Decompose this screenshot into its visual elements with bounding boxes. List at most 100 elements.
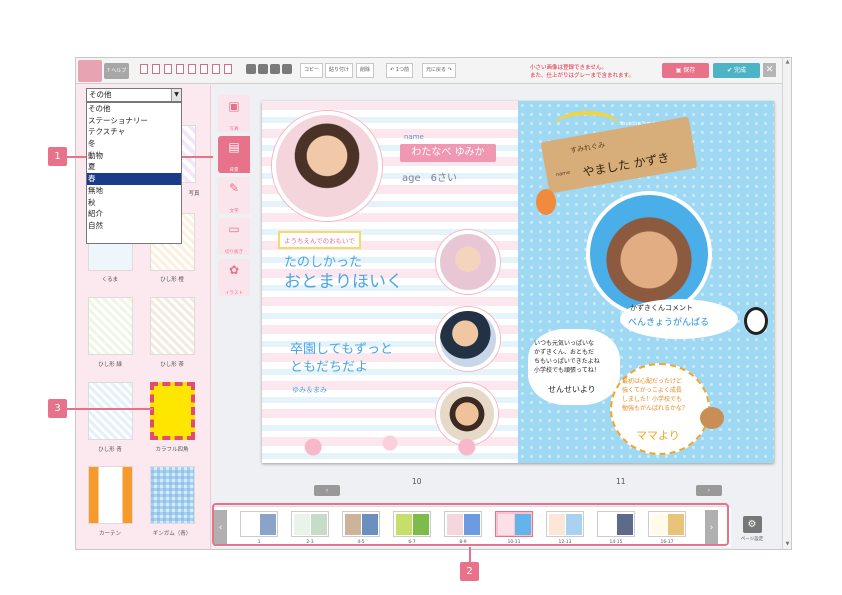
name-tag-label: name: [404, 133, 424, 141]
save-button[interactable]: ▣ 保存: [662, 63, 709, 78]
tab-crop[interactable]: ▭ 切り抜き: [218, 218, 250, 255]
child-photo-1[interactable]: [436, 307, 500, 371]
background-label: カラフル四角: [155, 447, 189, 453]
background-thumb-diamond-green[interactable]: [88, 297, 133, 355]
baby-photo[interactable]: [436, 230, 500, 294]
flower-decoration-icon: [262, 423, 518, 463]
comment-title[interactable]: かずきくんコメント: [630, 303, 693, 313]
category-option[interactable]: 秋: [87, 197, 181, 209]
category-option[interactable]: 夏: [87, 161, 181, 173]
message-line-1[interactable]: 卒園してもずっと: [290, 338, 393, 357]
album-spread[interactable]: name わたなべ ゆみか age 6さい ようちえんでのおもいで たのしかった…: [262, 101, 774, 463]
category-dropdown-list[interactable]: その他 ステーショナリー テクスチャ冬動物夏春無地秋紹介 自然: [86, 102, 182, 244]
background-thumb-curtain[interactable]: [88, 466, 133, 524]
callout-2: 2: [460, 562, 479, 581]
toolbar: ? ヘルプ コピー 貼り付け 削除 ↶ 1つ前 元に戻る ↷ 小さい画像は登録で…: [76, 58, 791, 84]
layout-tool-5-icon[interactable]: [188, 64, 196, 74]
callout-2-line: [469, 547, 471, 562]
frame-icon: ▭: [228, 222, 240, 236]
undo-button[interactable]: ↶ 1つ前: [386, 63, 413, 78]
age-text[interactable]: age 6さい: [402, 169, 457, 184]
panda-icon: [744, 307, 768, 335]
callout-3: 3: [48, 399, 67, 418]
background-thumb-diamond-brown[interactable]: [150, 297, 195, 355]
background-thumb-diamond-blue[interactable]: [88, 382, 133, 440]
mama-from[interactable]: ママより: [636, 427, 680, 443]
category-option[interactable]: 紹介: [87, 208, 181, 220]
teacher-from[interactable]: せんせいより: [548, 384, 596, 395]
left-page[interactable]: name わたなべ ゆみか age 6さい ようちえんでのおもいで たのしかった…: [262, 101, 518, 463]
help-icon: ?: [107, 68, 110, 74]
help-button[interactable]: ? ヘルプ: [104, 63, 130, 79]
from-text[interactable]: ゆみ＆まみ: [292, 385, 327, 395]
callout-3-line: [67, 408, 153, 410]
comment-text[interactable]: べんきょうがんばる: [628, 315, 709, 328]
ribbon-text[interactable]: ようちえんでのおもいで: [278, 231, 361, 249]
left-page-number: 10: [412, 477, 422, 486]
layout-tool-8-icon[interactable]: [224, 64, 232, 74]
callout-1: 1: [48, 147, 67, 166]
category-option[interactable]: 動物: [87, 150, 181, 162]
message-line-2[interactable]: ともだちだよ: [290, 356, 368, 375]
check-icon: ✔: [727, 67, 733, 74]
name-text[interactable]: わたなべ ゆみか: [400, 144, 496, 162]
app-logo: [78, 60, 102, 82]
thumbstrip-highlight: [212, 503, 729, 546]
photo-icon: ▣: [228, 99, 240, 113]
done-button[interactable]: ✔ 完成: [713, 63, 760, 78]
layout-tool-7-icon[interactable]: [212, 64, 220, 74]
layer-backward-icon[interactable]: [270, 64, 280, 74]
category-select[interactable]: その他 ▼: [86, 88, 182, 102]
boy-photo[interactable]: [586, 191, 712, 317]
category-option[interactable]: その他: [87, 103, 181, 115]
background-label: ひし形 橙: [160, 277, 184, 283]
tab-text[interactable]: ✎ 文字: [218, 177, 250, 214]
background-icon: ▤: [228, 140, 240, 154]
layout-tool-3-icon[interactable]: [164, 64, 172, 74]
background-label: ギンガム（青）: [152, 531, 192, 537]
category-option[interactable]: テクスチャ: [87, 126, 181, 138]
next-page-button[interactable]: ›: [696, 485, 722, 496]
layer-forward-icon[interactable]: [258, 64, 268, 74]
layer-back-icon[interactable]: [282, 64, 292, 74]
category-option[interactable]: ステーショナリー: [87, 115, 181, 127]
page-settings-button[interactable]: ⚙ ページ設定: [736, 516, 768, 542]
bear-icon: [700, 407, 724, 429]
category-option[interactable]: 春: [87, 173, 181, 185]
tab-background[interactable]: ▤ 背景: [218, 136, 250, 173]
paste-button[interactable]: 貼り付け: [325, 63, 354, 78]
layout-tool-2-icon[interactable]: [152, 64, 160, 74]
layer-front-icon[interactable]: [246, 64, 256, 74]
chevron-down-icon[interactable]: ▼: [171, 89, 181, 101]
layout-tool-6-icon[interactable]: [200, 64, 208, 74]
mama-message[interactable]: 最初は心配だったけど 強くてかっこよく成長 しました！小学校でも 勉強もがんばれ…: [622, 377, 688, 413]
close-button[interactable]: ✕: [763, 63, 776, 77]
background-label: カーテン: [98, 531, 121, 537]
layout-tool-4-icon[interactable]: [176, 64, 184, 74]
redo-button[interactable]: 元に戻る ↷: [422, 63, 456, 78]
delete-button[interactable]: 削除: [356, 63, 375, 78]
category-option[interactable]: 無地: [87, 185, 181, 197]
redo-icon: ↷: [447, 67, 452, 73]
gear-icon: ⚙: [742, 516, 762, 533]
category-option[interactable]: 冬: [87, 138, 181, 150]
balloon-icon: [536, 189, 556, 215]
title-line-2[interactable]: おとまりほいく: [284, 267, 403, 292]
scroll-up-icon[interactable]: ▲: [783, 59, 791, 67]
tab-photo[interactable]: ▣ 写真: [218, 95, 250, 132]
right-page[interactable]: Your the Sunshine すみれぐみ name やました かずき かず…: [518, 101, 774, 463]
background-thumb-gingham-blue[interactable]: [150, 466, 195, 524]
layout-tool-1-icon[interactable]: [140, 64, 148, 74]
undo-icon: ↶: [390, 67, 395, 73]
background-thumb-colorful-square[interactable]: [150, 382, 195, 440]
scroll-down-icon[interactable]: ▼: [783, 541, 791, 549]
pencil-icon: ✎: [228, 181, 240, 195]
category-option[interactable]: 自然: [87, 220, 181, 232]
side-tab-bar: ▣ 写真 ▤ 背景 ✎ 文字 ▭ 切り抜き ✿ イラスト: [214, 85, 251, 549]
copy-button[interactable]: コピー: [300, 63, 324, 78]
prev-page-button[interactable]: ‹: [314, 485, 340, 496]
teacher-message[interactable]: いつも元気いっぱいな かずきくん、おともだ ちもいっぱいできたよね 小学校でも頑…: [534, 339, 600, 375]
girl-photo[interactable]: [272, 111, 382, 221]
vertical-scrollbar[interactable]: ▲ ▼: [782, 58, 791, 549]
tab-illustration[interactable]: ✿ イラスト: [218, 259, 250, 296]
